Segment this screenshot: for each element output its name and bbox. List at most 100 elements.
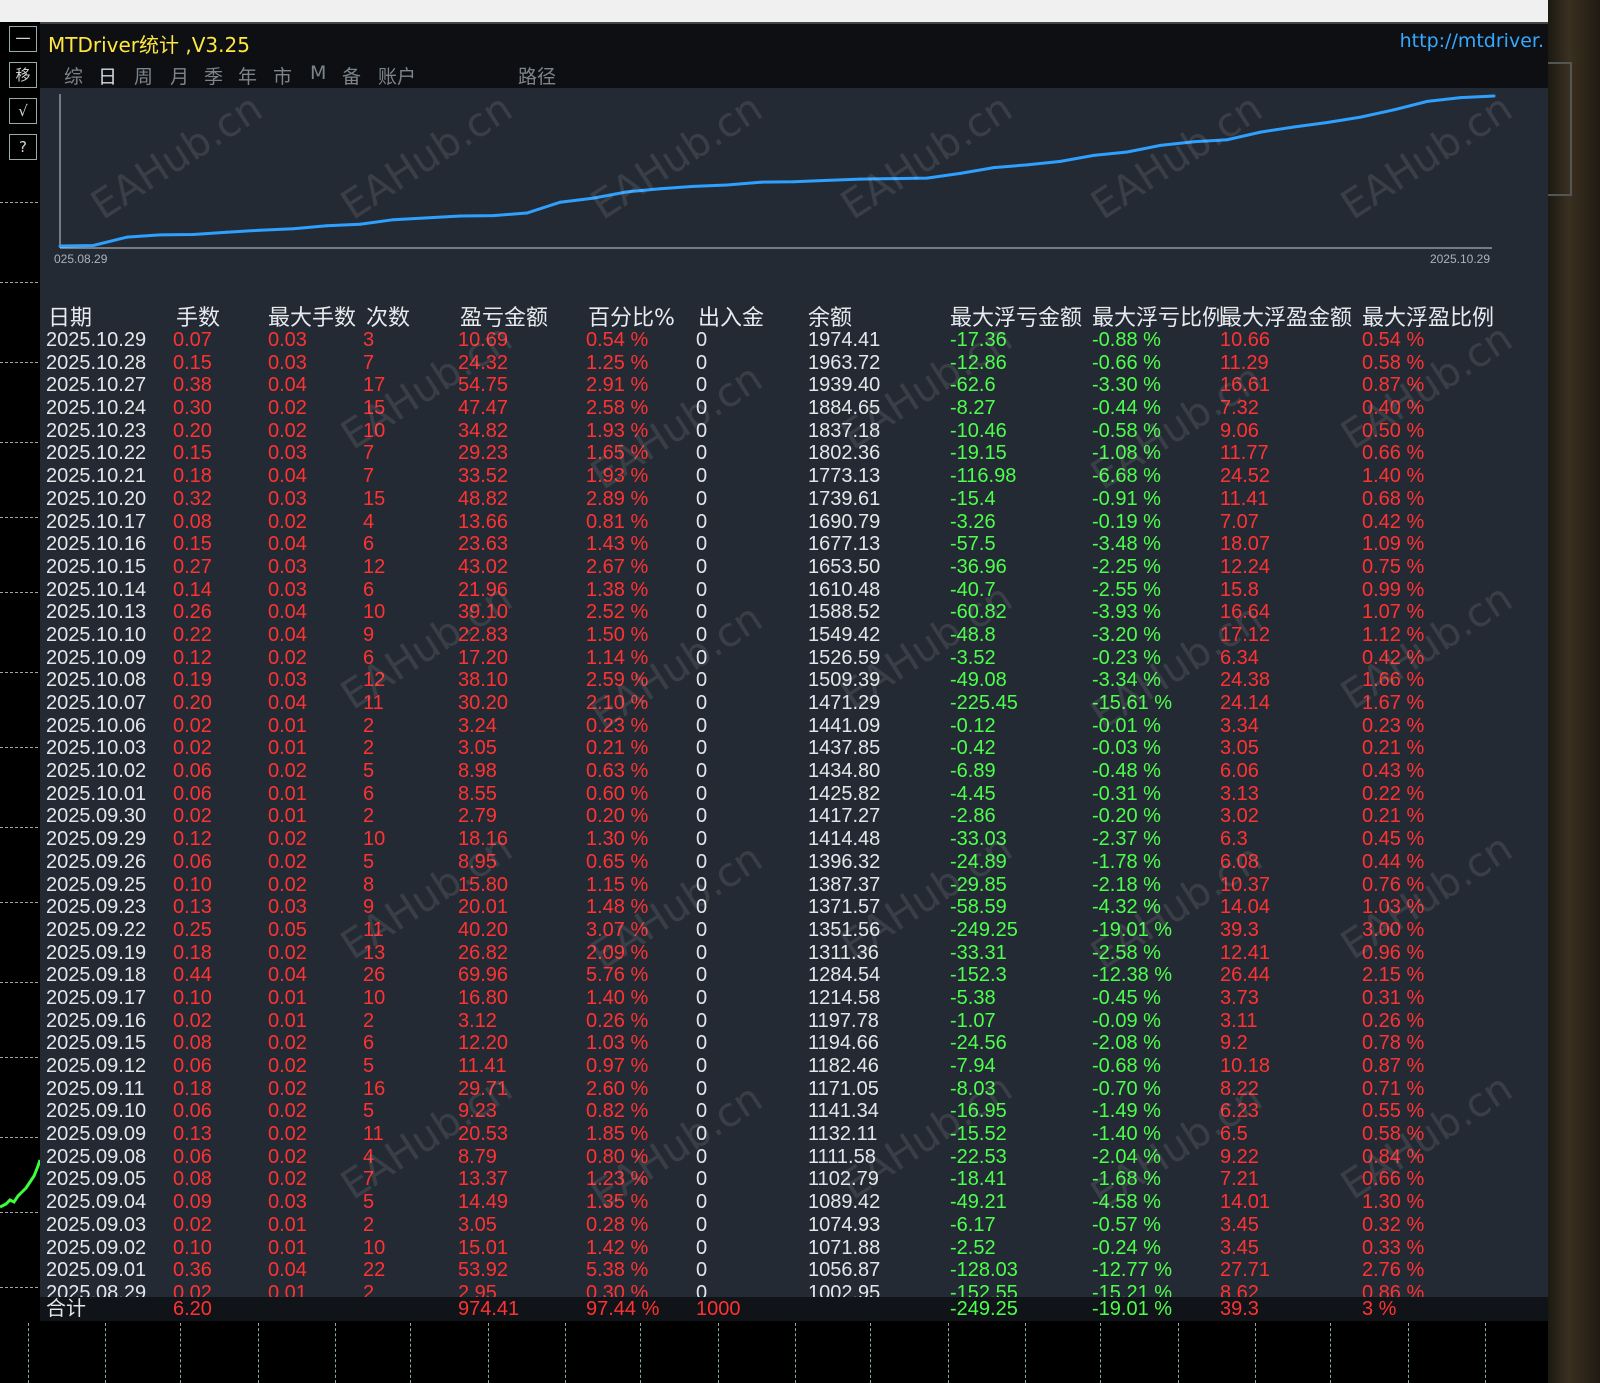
move-button[interactable]: 移: [9, 62, 37, 88]
cell-balance: 1074.93: [808, 1213, 881, 1236]
cell-max-float-profit-pct: 0.40 %: [1362, 397, 1425, 420]
grid-line: [258, 1323, 259, 1383]
cell-max-float-loss-pct: -0.70 %: [1092, 1077, 1161, 1100]
menu-day[interactable]: 日: [98, 62, 117, 89]
cell-percent: 0.65 %: [586, 850, 649, 873]
table-row: 2025.10.01 0.06 0.01 6 8.55 0.60 % 0 1425.82 -4.…: [40, 783, 1548, 806]
cell-max-float-loss-pct: -2.04 %: [1092, 1145, 1161, 1168]
app-url-link[interactable]: http://mtdriver.: [1400, 30, 1544, 52]
axis-tick: [0, 282, 38, 283]
cell-balance: 1132.11: [808, 1123, 878, 1146]
cell-max-float-profit: 8.22: [1220, 1077, 1259, 1100]
menu-path[interactable]: 路径: [518, 62, 556, 89]
cell-max-float-loss-pct: -0.58 %: [1092, 419, 1161, 442]
table-row: 2025.09.09 0.13 0.02 11 20.53 1.85 % 0 1132.11 -…: [40, 1123, 1548, 1146]
table-row: 2025.10.24 0.30 0.02 15 47.47 2.58 % 0 1884.65 -…: [40, 397, 1548, 420]
cell-count: 3: [363, 329, 375, 351]
cell-max-float-loss-pct: -0.19 %: [1092, 510, 1161, 533]
help-button[interactable]: ?: [9, 134, 37, 160]
table-row: 2025.10.10 0.22 0.04 9 22.83 1.50 % 0 1549.42 -4…: [40, 624, 1548, 647]
cell-count: 9: [363, 896, 375, 919]
cell-balance: 1509.39: [808, 669, 881, 692]
cell-deposit: 0: [696, 1055, 708, 1077]
menu-note[interactable]: 备: [342, 62, 361, 89]
cell-max-float-profit-pct: 0.31 %: [1362, 986, 1425, 1009]
cell-lots: 0.20: [173, 419, 212, 442]
cell-percent: 1.30 %: [586, 828, 649, 851]
menu-month[interactable]: 月: [170, 62, 189, 89]
cell-max-float-loss: -17.36: [950, 329, 1007, 351]
check-button[interactable]: √: [9, 98, 37, 124]
cell-date: 2025.10.03: [46, 737, 147, 760]
balance-point: [1292, 125, 1296, 129]
cell-max-float-loss: -8.03: [950, 1077, 996, 1100]
cell-deposit: 0: [696, 487, 708, 510]
cell-max-float-profit-pct: 1.40 %: [1362, 465, 1425, 488]
table-row: 2025.10.07 0.20 0.04 11 30.20 2.10 % 0 1471.29 -…: [40, 692, 1548, 715]
cell-max-float-loss-pct: -2.37 %: [1092, 828, 1161, 851]
cell-deposit: 0: [696, 419, 708, 442]
cell-max-lots: 0.04: [268, 623, 307, 646]
cell-max-float-profit-pct: 0.68 %: [1362, 487, 1425, 510]
cell-max-float-profit: 24.52: [1220, 465, 1271, 488]
minimize-button[interactable]: 一: [9, 26, 37, 52]
cell-pnl: 8.55: [458, 782, 497, 805]
cell-date: 2025.10.22: [46, 442, 147, 465]
cell-percent: 0.80 %: [586, 1145, 649, 1168]
menu-account[interactable]: 账户: [378, 62, 416, 89]
cell-max-float-loss: -29.85: [950, 873, 1007, 896]
menu-summary[interactable]: 综: [64, 62, 83, 89]
cell-deposit: 0: [696, 374, 708, 397]
cell-lots: 0.27: [173, 555, 212, 578]
cell-count: 9: [363, 623, 375, 646]
cell-max-float-profit: 12.24: [1220, 555, 1271, 578]
menu-week[interactable]: 周: [134, 62, 153, 89]
table-row: 2025.09.18 0.44 0.04 26 69.96 5.76 % 0 1284.54 -…: [40, 964, 1548, 987]
balance-point: [1092, 153, 1096, 157]
axis-tick: [0, 202, 38, 203]
table-row: 2025.09.03 0.02 0.01 2 3.05 0.28 % 0 1074.93 -6.…: [40, 1214, 1548, 1237]
menu-magic[interactable]: M: [310, 62, 326, 84]
cell-max-lots: 0.03: [268, 578, 307, 601]
cell-max-float-loss-pct: -4.58 %: [1092, 1191, 1161, 1214]
table-row: 2025.10.02 0.06 0.02 5 8.98 0.63 % 0 1434.80 -6.…: [40, 760, 1548, 783]
table-row: 2025.10.08 0.19 0.03 12 38.10 2.59 % 0 1509.39 -…: [40, 669, 1548, 692]
cell-date: 2025.09.26: [46, 850, 147, 873]
cell-count: 6: [363, 782, 375, 805]
cell-max-float-loss: -40.7: [950, 578, 996, 601]
cell-max-lots: 0.02: [268, 1168, 307, 1191]
period-menu: 综 日 周 月 季 年 市 M 备 账户 路径: [40, 58, 1548, 88]
cell-max-lots: 0.02: [268, 1123, 307, 1146]
cell-percent: 1.50 %: [586, 623, 649, 646]
cell-max-float-loss: -48.8: [950, 623, 996, 646]
cell-lots: 0.06: [173, 760, 212, 783]
cell-max-lots: 0.01: [268, 737, 307, 760]
cell-max-float-profit: 6.23: [1220, 1100, 1259, 1123]
cell-max-float-loss-pct: -12.38 %: [1092, 964, 1173, 987]
cell-percent: 3.07 %: [586, 918, 649, 941]
cell-date: 2025.10.13: [46, 601, 147, 624]
cell-percent: 2.10 %: [586, 692, 649, 714]
cell-max-float-profit-pct: 0.22 %: [1362, 782, 1425, 805]
menu-year[interactable]: 年: [238, 62, 257, 89]
cell-max-float-loss: -6.89: [950, 760, 996, 783]
menu-market[interactable]: 市: [273, 62, 292, 89]
column-header: 最大浮亏金额: [950, 306, 1083, 331]
cell-max-float-loss-pct: -2.55 %: [1092, 578, 1161, 601]
cell-max-float-profit-pct: 1.66 %: [1362, 669, 1425, 692]
cell-max-float-profit-pct: 0.54 %: [1362, 329, 1425, 351]
cell-max-float-loss: -4.45: [950, 782, 996, 805]
cell-pnl: 20.01: [458, 896, 509, 919]
cell-balance: 1284.54: [808, 964, 881, 987]
cell-max-float-loss: -58.59: [950, 896, 1007, 919]
balance-point: [492, 214, 495, 218]
menu-quarter[interactable]: 季: [204, 62, 223, 89]
cell-pnl: 3.05: [458, 737, 497, 760]
cell-balance: 1089.42: [808, 1191, 881, 1214]
balance-point: [1392, 108, 1396, 112]
cell-balance: 1610.48: [808, 578, 881, 601]
cell-deposit: 0: [696, 850, 708, 873]
cell-max-float-loss-pct: -0.68 %: [1092, 1055, 1161, 1077]
table-row: 2025.10.29 0.07 0.03 3 10.69 0.54 % 0 1974.41 -1…: [40, 329, 1548, 352]
cell-lots: 0.09: [173, 1191, 212, 1214]
